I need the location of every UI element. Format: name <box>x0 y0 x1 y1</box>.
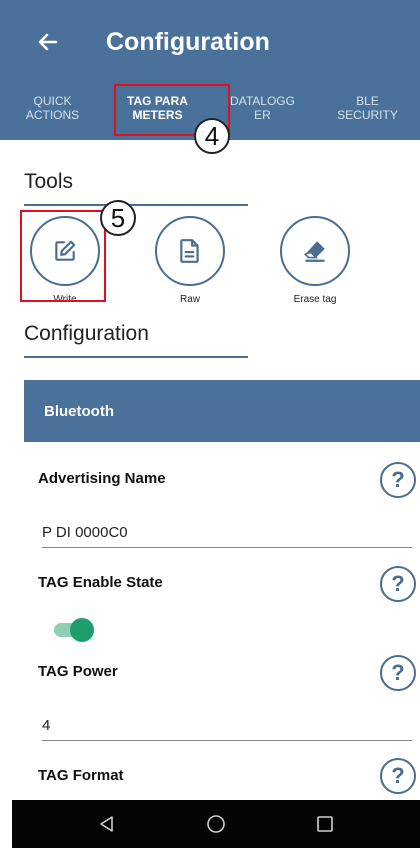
help-icon: ? <box>391 763 405 788</box>
tab-ble-security[interactable]: BLE SECURITY <box>315 92 420 140</box>
nav-recents-icon <box>317 816 334 832</box>
tag-format-help-button[interactable]: ? <box>380 758 416 794</box>
back-button[interactable] <box>30 24 66 60</box>
advertising-name-label: Advertising Name <box>38 470 166 487</box>
configuration-divider <box>24 356 248 358</box>
help-icon: ? <box>391 660 405 685</box>
raw-button[interactable]: Raw <box>155 216 225 305</box>
tag-enable-state-help-button[interactable]: ? <box>380 566 416 602</box>
nav-back-icon <box>99 816 113 832</box>
advertising-name-help-button[interactable]: ? <box>380 462 416 498</box>
arrow-left-icon <box>38 33 58 51</box>
edit-icon <box>55 240 76 261</box>
nav-back-button[interactable] <box>83 804 131 844</box>
write-button[interactable]: Write <box>30 216 100 305</box>
tag-enable-state-toggle[interactable] <box>50 618 96 642</box>
tab-label: DATALOGG ER <box>230 94 295 122</box>
system-nav-bar <box>12 800 420 848</box>
tab-label: QUICK ACTIONS <box>25 94 80 122</box>
advertising-name-input[interactable] <box>42 518 412 548</box>
tag-power-input[interactable] <box>42 711 412 741</box>
nav-home-icon <box>207 815 225 833</box>
nav-home-button[interactable] <box>192 804 240 844</box>
nav-recents-button[interactable] <box>301 804 349 844</box>
bluetooth-section-header[interactable]: Bluetooth <box>24 380 420 442</box>
raw-button-circle <box>155 216 225 286</box>
tab-quick-actions[interactable]: QUICK ACTIONS <box>0 92 105 140</box>
help-icon: ? <box>391 571 405 596</box>
page-title: Configuration <box>106 28 270 56</box>
tag-enable-state-label: TAG Enable State <box>38 574 163 591</box>
callout-4: 4 <box>194 118 230 154</box>
erase-tag-button-circle <box>280 216 350 286</box>
help-icon: ? <box>391 467 405 492</box>
configuration-heading: Configuration <box>24 322 149 345</box>
erase-tag-button[interactable]: Erase tag <box>280 216 350 305</box>
document-icon <box>180 239 199 263</box>
tools-heading: Tools <box>24 170 74 193</box>
eraser-icon <box>303 241 325 262</box>
erase-tag-label: Erase tag <box>293 294 337 305</box>
toggle-thumb <box>70 618 94 642</box>
tag-power-help-button[interactable]: ? <box>380 655 416 691</box>
write-label: Write <box>53 294 77 305</box>
tag-power-label: TAG Power <box>38 663 118 680</box>
bluetooth-header-label: Bluetooth <box>44 402 114 420</box>
callout-5: 5 <box>100 200 136 236</box>
write-button-circle <box>30 216 100 286</box>
raw-label: Raw <box>179 294 200 305</box>
tag-format-label: TAG Format <box>38 767 124 784</box>
tools-divider <box>24 204 248 206</box>
tab-label: TAG PARA METERS <box>127 94 188 122</box>
tab-label: BLE SECURITY <box>337 94 398 122</box>
